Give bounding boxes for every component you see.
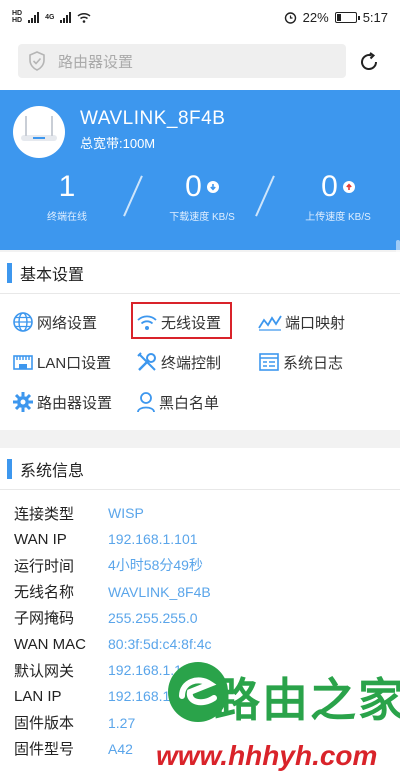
router-image (13, 106, 65, 158)
clock: 5:17 (362, 9, 388, 25)
terminal-control-label: 终端控制 (161, 354, 222, 372)
tools-icon (137, 352, 156, 371)
system-log-label: 系统日志 (283, 354, 344, 372)
section-title: 系统信息 (20, 462, 85, 480)
info-key: 子网掩码 (14, 610, 75, 628)
stat-value: 0 (321, 170, 338, 203)
section-title: 基本设置 (20, 266, 85, 284)
divider (255, 175, 275, 217)
info-value: WISP (108, 505, 144, 522)
info-key: 连接类型 (14, 505, 75, 523)
terminal-control-button[interactable]: 终端控制 (136, 347, 221, 377)
status-right: 22% 5:17 (284, 10, 388, 25)
search-input[interactable]: 路由器设置 (18, 44, 346, 78)
stat-value: 1 (58, 170, 76, 203)
port-mapping-label: 端口映射 (285, 314, 346, 332)
stat-upload-speed: 0 上传速度 KB/S (288, 170, 388, 223)
refresh-icon[interactable] (358, 51, 380, 73)
globe-icon (13, 312, 33, 332)
highlight-box (131, 302, 232, 339)
info-key: WAN IP (14, 530, 67, 548)
stat-label: 终端在线 (47, 212, 87, 223)
info-key: LAN IP (14, 687, 62, 705)
info-value: 255.255.255.0 (108, 609, 198, 626)
router-settings-label: 路由器设置 (37, 394, 113, 412)
watermark-brand: 路由之家 (214, 674, 400, 726)
info-value: WAVLINK_8F4B (108, 583, 211, 600)
stat-label: 下载速度 KB/S (169, 212, 235, 223)
section-header: 系统信息 (0, 448, 400, 490)
watermark: 路由之家 www.hhhyh.com (156, 652, 400, 779)
info-key: WAN MAC (14, 635, 86, 653)
download-arrow-icon (206, 181, 219, 193)
port-mapping-button[interactable]: 端口映射 (258, 307, 345, 337)
info-value: 192.168.1.101 (108, 531, 198, 548)
network-settings-button[interactable]: 网络设置 (12, 307, 97, 337)
signal-icon-2 (60, 11, 72, 23)
alarm-icon (284, 11, 296, 24)
basic-settings-section: 基本设置 网络设置 无线设置 端口映射 LAN口设置 终端控制 系统日志 路由器… (0, 252, 400, 430)
section-header: 基本设置 (0, 252, 400, 294)
router-app-screen: HD HD 4G 22% 5:17 路由器设置 WAVLINK_8F4B 总宽带… (0, 0, 400, 779)
hd-icon: HD HD (12, 10, 23, 24)
info-value: 4小时58分49秒 (108, 557, 203, 574)
lan-port-icon (13, 355, 33, 370)
system-log-button[interactable]: 系统日志 (258, 347, 343, 377)
network-gen-label: 4G (45, 13, 55, 21)
battery-icon (334, 11, 360, 23)
stat-value: 0 (185, 170, 202, 203)
total-bandwidth: 总宽带:100M (80, 136, 156, 151)
signal-icon (28, 11, 40, 23)
status-left: HD HD 4G (12, 10, 91, 24)
shield-icon (29, 51, 45, 71)
stat-online-terminals[interactable]: 1 终端在线 (22, 170, 112, 223)
battery-percent: 22% (302, 9, 329, 25)
info-value: A42 (108, 740, 133, 757)
log-icon (259, 353, 279, 371)
watermark-url: www.hhhyh.com (156, 740, 378, 771)
info-value: 80:3f:5d:c4:8f:4c (108, 636, 212, 653)
info-row: 连接类型 WISP (0, 500, 400, 526)
status-bar: HD HD 4G 22% 5:17 (0, 0, 400, 34)
stat-label: 上传速度 KB/S (305, 212, 371, 223)
lan-settings-label: LAN口设置 (37, 354, 112, 372)
blacklist-button[interactable]: 黑白名单 (136, 387, 219, 417)
gear-icon (13, 392, 33, 412)
blacklist-label: 黑白名单 (159, 394, 220, 412)
device-summary: WAVLINK_8F4B 总宽带:100M 1 终端在线 0 下载速度 KB/S… (0, 90, 400, 330)
info-value: 1.27 (108, 714, 136, 731)
router-settings-button[interactable]: 路由器设置 (12, 387, 112, 417)
search-placeholder: 路由器设置 (58, 53, 134, 71)
info-row: WAN IP 192.168.1.101 (0, 526, 400, 552)
divider (123, 175, 143, 217)
info-key: 无线名称 (14, 584, 75, 602)
top-bar: 路由器设置 (0, 34, 400, 90)
info-key: 固件型号 (14, 741, 75, 759)
section-accent (7, 458, 12, 479)
wifi-status-icon (77, 12, 91, 23)
lan-settings-button[interactable]: LAN口设置 (12, 347, 111, 377)
device-name: WAVLINK_8F4B (80, 108, 226, 129)
info-key: 默认网关 (14, 662, 75, 680)
stat-download-speed: 0 下载速度 KB/S (152, 170, 252, 223)
info-row: 子网掩码 255.255.255.0 (0, 605, 400, 631)
chart-line-icon (258, 315, 282, 331)
info-row: 无线名称 WAVLINK_8F4B (0, 579, 400, 605)
upload-arrow-icon (342, 181, 355, 193)
network-settings-label: 网络设置 (37, 314, 98, 332)
info-key: 固件版本 (14, 715, 75, 733)
info-row: 运行时间 4小时58分49秒 (0, 552, 400, 578)
user-icon (137, 392, 155, 413)
info-key: 运行时间 (14, 557, 75, 575)
section-accent (7, 262, 12, 283)
